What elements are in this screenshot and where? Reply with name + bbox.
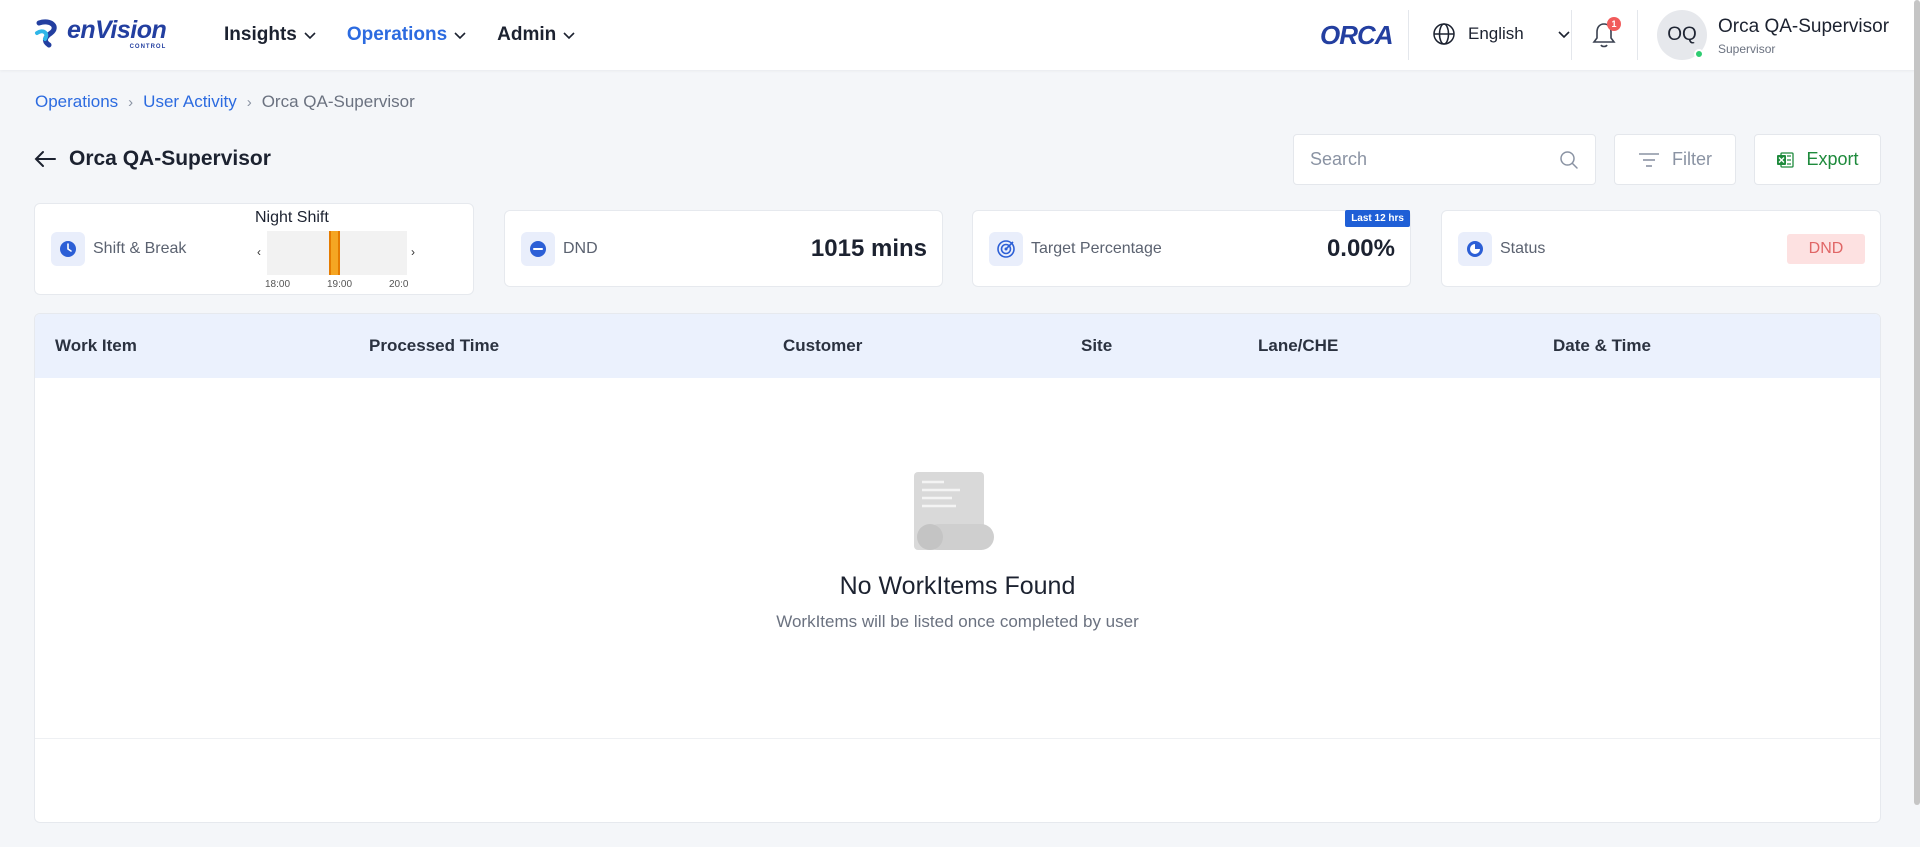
page-header: Orca QA-Supervisor <box>33 147 271 171</box>
breadcrumb-current: Orca QA-Supervisor <box>261 92 415 111</box>
arrow-left-icon[interactable] <box>33 149 57 169</box>
chevron-right-icon: › <box>128 93 134 111</box>
minus-circle-icon <box>530 240 546 257</box>
excel-icon <box>1777 151 1795 168</box>
search-input[interactable] <box>1310 149 1559 170</box>
breadcrumb: Operations › User Activity › Orca QA-Sup… <box>35 92 415 112</box>
table-header: Work Item Processed Time Customer Site L… <box>35 314 1880 378</box>
chevron-down-icon <box>304 32 316 40</box>
shift-highlight-bar <box>329 231 340 275</box>
column-header-site[interactable]: Site <box>1081 336 1112 356</box>
target-label: Target Percentage <box>1031 239 1162 257</box>
target-icon-wrap <box>989 231 1023 266</box>
empty-state-subtitle: WorkItems will be listed once completed … <box>776 612 1139 631</box>
empty-state-title: No WorkItems Found <box>839 572 1076 600</box>
timeline-next-button[interactable]: › <box>411 245 415 259</box>
status-label: Status <box>1500 239 1546 257</box>
main-nav: Insights Operations Admin <box>224 0 606 70</box>
user-name[interactable]: Orca QA-Supervisor <box>1718 16 1889 38</box>
page-scrollbar[interactable] <box>1914 0 1920 805</box>
logo-subtext: CONTROL <box>129 44 167 50</box>
breadcrumb-operations[interactable]: Operations <box>35 92 118 112</box>
column-header-customer[interactable]: Customer <box>783 336 862 356</box>
search-icon[interactable] <box>1559 150 1579 170</box>
page-title: Orca QA-Supervisor <box>69 147 271 170</box>
header-divider <box>1571 10 1572 60</box>
status-badge: DND <box>1787 234 1865 264</box>
timeline-tick: 20:0 <box>389 279 409 290</box>
search-box <box>1293 134 1596 185</box>
column-header-processed-time[interactable]: Processed Time <box>369 336 499 356</box>
timeline-tick: 18:00 <box>265 279 291 290</box>
document-scroll-icon <box>914 472 994 550</box>
timeline-prev-button[interactable]: ‹ <box>257 245 261 259</box>
orca-product-logo: ORCA <box>1320 20 1394 50</box>
chevron-right-icon: › <box>246 93 252 111</box>
dnd-label: DND <box>563 239 598 257</box>
dnd-card: DND 1015 mins <box>504 210 943 287</box>
shift-timeline-track <box>267 231 407 275</box>
column-header-work-item[interactable]: Work Item <box>55 336 137 356</box>
nav-operations-label: Operations <box>346 24 448 45</box>
top-navigation-bar: enVision CONTROL Insights Operations Adm… <box>0 0 1920 70</box>
nav-admin[interactable]: Admin <box>497 24 576 46</box>
language-label: English <box>1468 24 1524 43</box>
user-role: Supervisor <box>1718 42 1776 56</box>
shift-timeline: ‹ › 18:00 19:00 20:0 <box>255 231 420 290</box>
export-label: Export <box>1806 149 1859 169</box>
column-header-date-time[interactable]: Date & Time <box>1553 336 1651 356</box>
chevron-down-icon <box>563 32 575 40</box>
header-divider <box>1637 10 1638 60</box>
status-card: Status DND <box>1441 210 1881 287</box>
timeline-tick: 19:00 <box>327 279 353 290</box>
nav-admin-label: Admin <box>497 24 557 45</box>
globe-icon <box>1433 23 1455 45</box>
column-header-lane-che[interactable]: Lane/CHE <box>1258 336 1338 356</box>
table-footer-divider <box>35 738 1880 739</box>
nav-operations[interactable]: Operations <box>347 24 467 46</box>
nav-insights[interactable]: Insights <box>224 24 317 46</box>
chevron-down-icon <box>454 32 466 40</box>
dnd-icon-wrap <box>521 231 555 266</box>
filter-button[interactable]: Filter <box>1614 134 1736 185</box>
breadcrumb-user-activity[interactable]: User Activity <box>143 92 237 112</box>
empty-state: No WorkItems Found WorkItems will be lis… <box>35 378 1880 734</box>
notification-badge: 1 <box>1607 17 1621 31</box>
last-12-hrs-badge: Last 12 hrs <box>1345 210 1410 227</box>
target-icon <box>997 239 1015 258</box>
nav-insights-label: Insights <box>224 24 297 45</box>
language-selector[interactable]: English <box>1432 22 1572 46</box>
shift-name: Night Shift <box>255 209 329 226</box>
envision-logo-mark-icon <box>35 19 57 48</box>
shift-break-card: Shift & Break Night Shift ‹ › 18:00 19:0… <box>34 203 474 295</box>
clock-icon <box>60 241 76 257</box>
workitems-table: Work Item Processed Time Customer Site L… <box>34 313 1881 823</box>
chevron-down-icon <box>1558 31 1570 39</box>
header-divider <box>1408 10 1409 60</box>
logo-wordmark: enVision <box>67 16 167 44</box>
envision-logo[interactable]: enVision CONTROL <box>33 16 167 52</box>
shift-break-label: Shift & Break <box>93 240 187 257</box>
filter-icon <box>1639 152 1659 167</box>
target-value: 0.00% <box>1326 234 1395 262</box>
status-icon-wrap <box>1458 231 1492 266</box>
status-icon <box>1467 240 1483 257</box>
export-button[interactable]: Export <box>1754 134 1881 185</box>
online-status-dot <box>1694 49 1704 59</box>
shift-icon-wrap <box>51 232 85 266</box>
filter-label: Filter <box>1672 149 1712 169</box>
target-card: Last 12 hrs Target Percentage 0.00% <box>972 210 1411 287</box>
dnd-value: 1015 mins <box>810 234 927 262</box>
